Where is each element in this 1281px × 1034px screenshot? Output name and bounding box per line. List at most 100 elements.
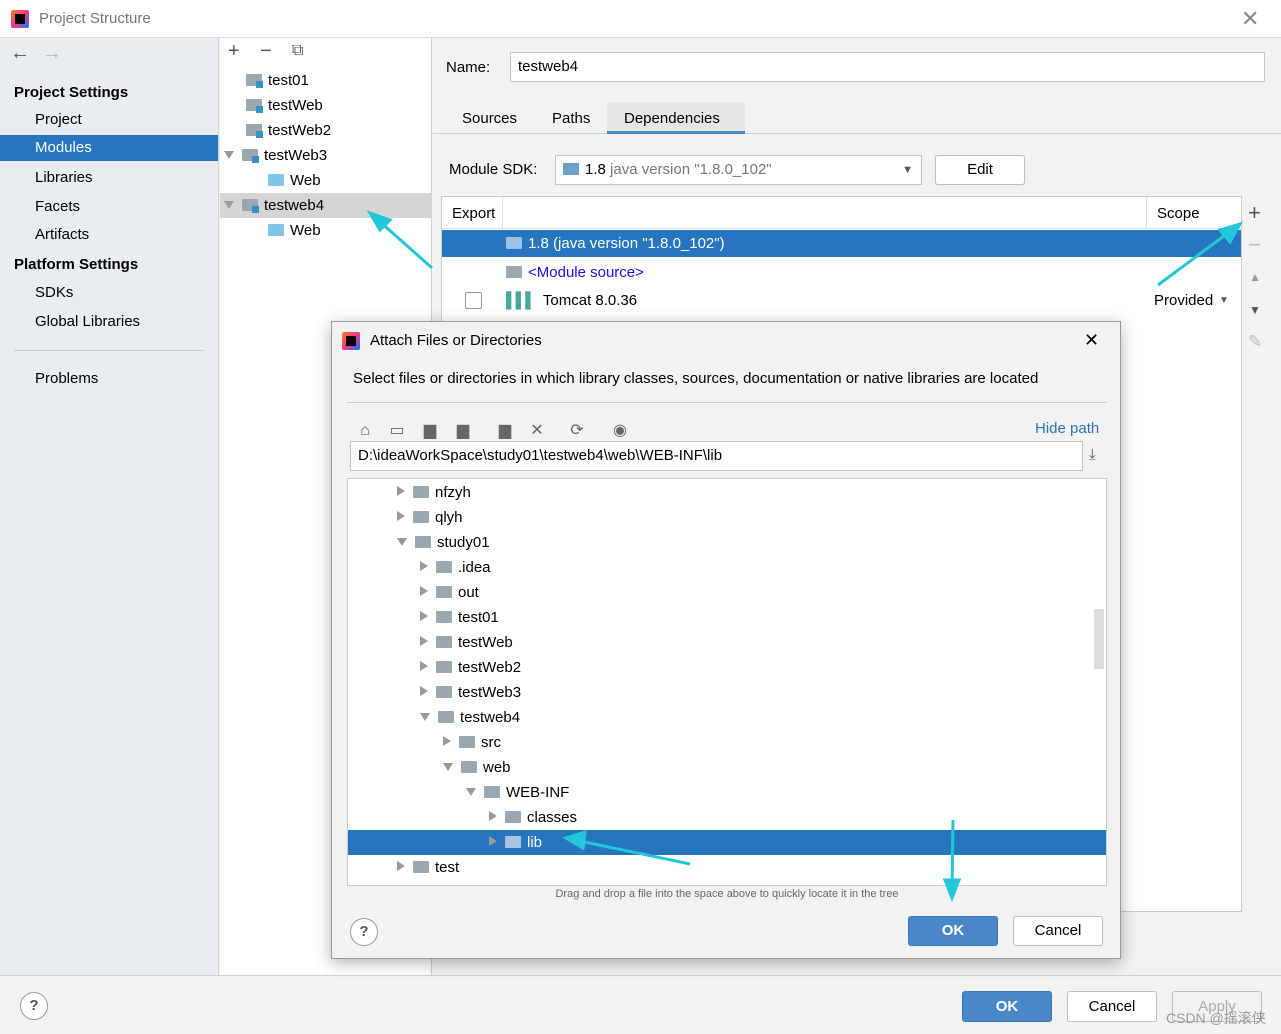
- tab-dependencies[interactable]: Dependencies: [607, 102, 745, 134]
- expand-arrow-icon[interactable]: [443, 736, 451, 746]
- tree-node[interactable]: testWeb: [348, 630, 1106, 655]
- copy-icon[interactable]: ⧉: [292, 42, 303, 60]
- module-item[interactable]: testWeb3: [224, 143, 327, 168]
- add-icon[interactable]: +: [228, 40, 240, 63]
- tree-node[interactable]: nfzyh: [348, 480, 1106, 505]
- column-export[interactable]: Export: [452, 205, 495, 222]
- expand-arrow-icon[interactable]: [420, 686, 428, 696]
- ok-button[interactable]: OK: [962, 991, 1052, 1022]
- show-hidden-icon[interactable]: ◉: [609, 420, 631, 442]
- new-folder-icon[interactable]: ▆: [494, 420, 516, 442]
- expand-arrow-icon[interactable]: [420, 661, 428, 671]
- path-input[interactable]: D:\ideaWorkSpace\study01\testweb4\web\WE…: [350, 441, 1083, 471]
- tree-node[interactable]: src: [348, 730, 1106, 755]
- sidebar-item-libraries[interactable]: Libraries: [0, 165, 218, 191]
- move-up-icon[interactable]: ▲: [1249, 270, 1261, 284]
- tree-node[interactable]: testWeb3: [348, 680, 1106, 705]
- sidebar-item-modules[interactable]: Modules: [0, 135, 218, 161]
- edit-sdk-button[interactable]: Edit: [935, 155, 1025, 185]
- edit-pencil-icon[interactable]: ✎: [1248, 332, 1262, 352]
- tab-paths[interactable]: Paths: [552, 110, 590, 127]
- collapse-arrow-icon[interactable]: [443, 763, 453, 771]
- expand-arrow-icon[interactable]: [397, 861, 405, 871]
- dialog-title: Attach Files or Directories: [370, 332, 542, 349]
- module-item[interactable]: test01: [246, 68, 309, 93]
- dialog-ok-button[interactable]: OK: [908, 916, 998, 946]
- expand-arrow-icon[interactable]: [224, 151, 234, 159]
- module-label: testWeb3: [264, 147, 328, 164]
- tree-node[interactable]: study01: [348, 530, 1106, 555]
- expand-arrow-icon[interactable]: [489, 836, 497, 846]
- collapse-arrow-icon[interactable]: [466, 788, 476, 796]
- module-item[interactable]: testWeb: [246, 93, 323, 118]
- forward-icon[interactable]: →: [42, 42, 62, 65]
- sidebar-item-sdks[interactable]: SDKs: [0, 280, 218, 306]
- sidebar-item-project[interactable]: Project: [0, 107, 218, 133]
- cancel-button[interactable]: Cancel: [1067, 991, 1157, 1022]
- table-row[interactable]: 1.8 (java version "1.8.0_102"): [442, 230, 1241, 257]
- home-icon[interactable]: ⌂: [354, 420, 376, 442]
- refresh-icon[interactable]: ⟳: [566, 420, 588, 442]
- module-item-selected[interactable]: testweb4: [220, 193, 432, 218]
- collapse-arrow-icon[interactable]: [420, 713, 430, 721]
- expand-arrow-icon[interactable]: [420, 611, 428, 621]
- web-facet-icon: [268, 174, 284, 186]
- table-row[interactable]: ▌▌▌ Tomcat 8.0.36 Provided ▼: [442, 287, 1241, 314]
- download-icon[interactable]: ⤓: [1089, 446, 1096, 463]
- tree-node[interactable]: out: [348, 580, 1106, 605]
- drag-drop-hint: Drag and drop a file into the space abov…: [555, 888, 899, 900]
- dialog-help-button[interactable]: ?: [350, 918, 378, 946]
- tree-node[interactable]: qlyh: [348, 505, 1106, 530]
- sidebar-item-problems[interactable]: Problems: [0, 366, 218, 392]
- expand-arrow-icon[interactable]: [489, 811, 497, 821]
- table-row[interactable]: <Module source>: [442, 259, 1241, 286]
- expand-arrow-icon[interactable]: [397, 486, 405, 496]
- sidebar: ← → Project Settings Project Modules Lib…: [0, 38, 219, 975]
- remove-dependency-icon[interactable]: −: [1248, 232, 1261, 258]
- expand-arrow-icon[interactable]: [420, 586, 428, 596]
- back-icon[interactable]: ←: [10, 42, 30, 65]
- collapse-arrow-icon[interactable]: [397, 538, 407, 546]
- desktop-icon[interactable]: ▭: [386, 420, 408, 442]
- tree-node-label: testWeb2: [458, 659, 522, 676]
- scope-select[interactable]: Provided: [1154, 287, 1213, 314]
- name-input[interactable]: testweb4: [510, 52, 1265, 82]
- web-facet-item[interactable]: Web: [268, 218, 321, 243]
- close-icon[interactable]: ✕: [1241, 6, 1259, 32]
- export-checkbox[interactable]: [465, 292, 482, 309]
- tree-node[interactable]: lib: [348, 830, 1106, 855]
- expand-arrow-icon[interactable]: [420, 561, 428, 571]
- tree-node[interactable]: WEB-INF: [348, 780, 1106, 805]
- move-down-icon[interactable]: ▼: [1249, 303, 1261, 317]
- module-item[interactable]: testWeb2: [246, 118, 331, 143]
- tree-node[interactable]: testWeb2: [348, 655, 1106, 680]
- tree-node[interactable]: test: [348, 855, 1106, 880]
- project-folder-icon[interactable]: ▆: [419, 420, 441, 442]
- folder-icon: [436, 686, 452, 698]
- add-dependency-icon[interactable]: +: [1248, 200, 1261, 226]
- dialog-cancel-button[interactable]: Cancel: [1013, 916, 1103, 946]
- expand-arrow-icon[interactable]: [397, 511, 405, 521]
- remove-icon[interactable]: −: [260, 40, 272, 63]
- dialog-close-icon[interactable]: ✕: [1084, 330, 1099, 351]
- expand-arrow-icon[interactable]: [420, 636, 428, 646]
- tree-node[interactable]: test01: [348, 605, 1106, 630]
- column-scope[interactable]: Scope: [1157, 205, 1200, 222]
- dep-label: 1.8 (java version "1.8.0_102"): [528, 235, 725, 252]
- tab-sources[interactable]: Sources: [462, 110, 517, 127]
- platform-settings-heading: Platform Settings: [14, 256, 139, 273]
- sidebar-item-global-libraries[interactable]: Global Libraries: [0, 309, 218, 335]
- tree-node[interactable]: web: [348, 755, 1106, 780]
- tree-node[interactable]: .idea: [348, 555, 1106, 580]
- module-folder-icon[interactable]: ▆: [452, 420, 474, 442]
- module-sdk-select[interactable]: 1.8 java version "1.8.0_102" ▼: [555, 155, 922, 185]
- help-button[interactable]: ?: [20, 992, 48, 1020]
- tree-node[interactable]: classes: [348, 805, 1106, 830]
- expand-arrow-icon[interactable]: [224, 201, 234, 209]
- hide-path-link[interactable]: Hide path: [1035, 420, 1099, 437]
- tree-node[interactable]: testweb4: [348, 705, 1106, 730]
- sidebar-item-artifacts[interactable]: Artifacts: [0, 222, 218, 248]
- delete-icon[interactable]: ✕: [526, 420, 548, 442]
- web-facet-item[interactable]: Web: [268, 168, 321, 193]
- sidebar-item-facets[interactable]: Facets: [0, 194, 218, 220]
